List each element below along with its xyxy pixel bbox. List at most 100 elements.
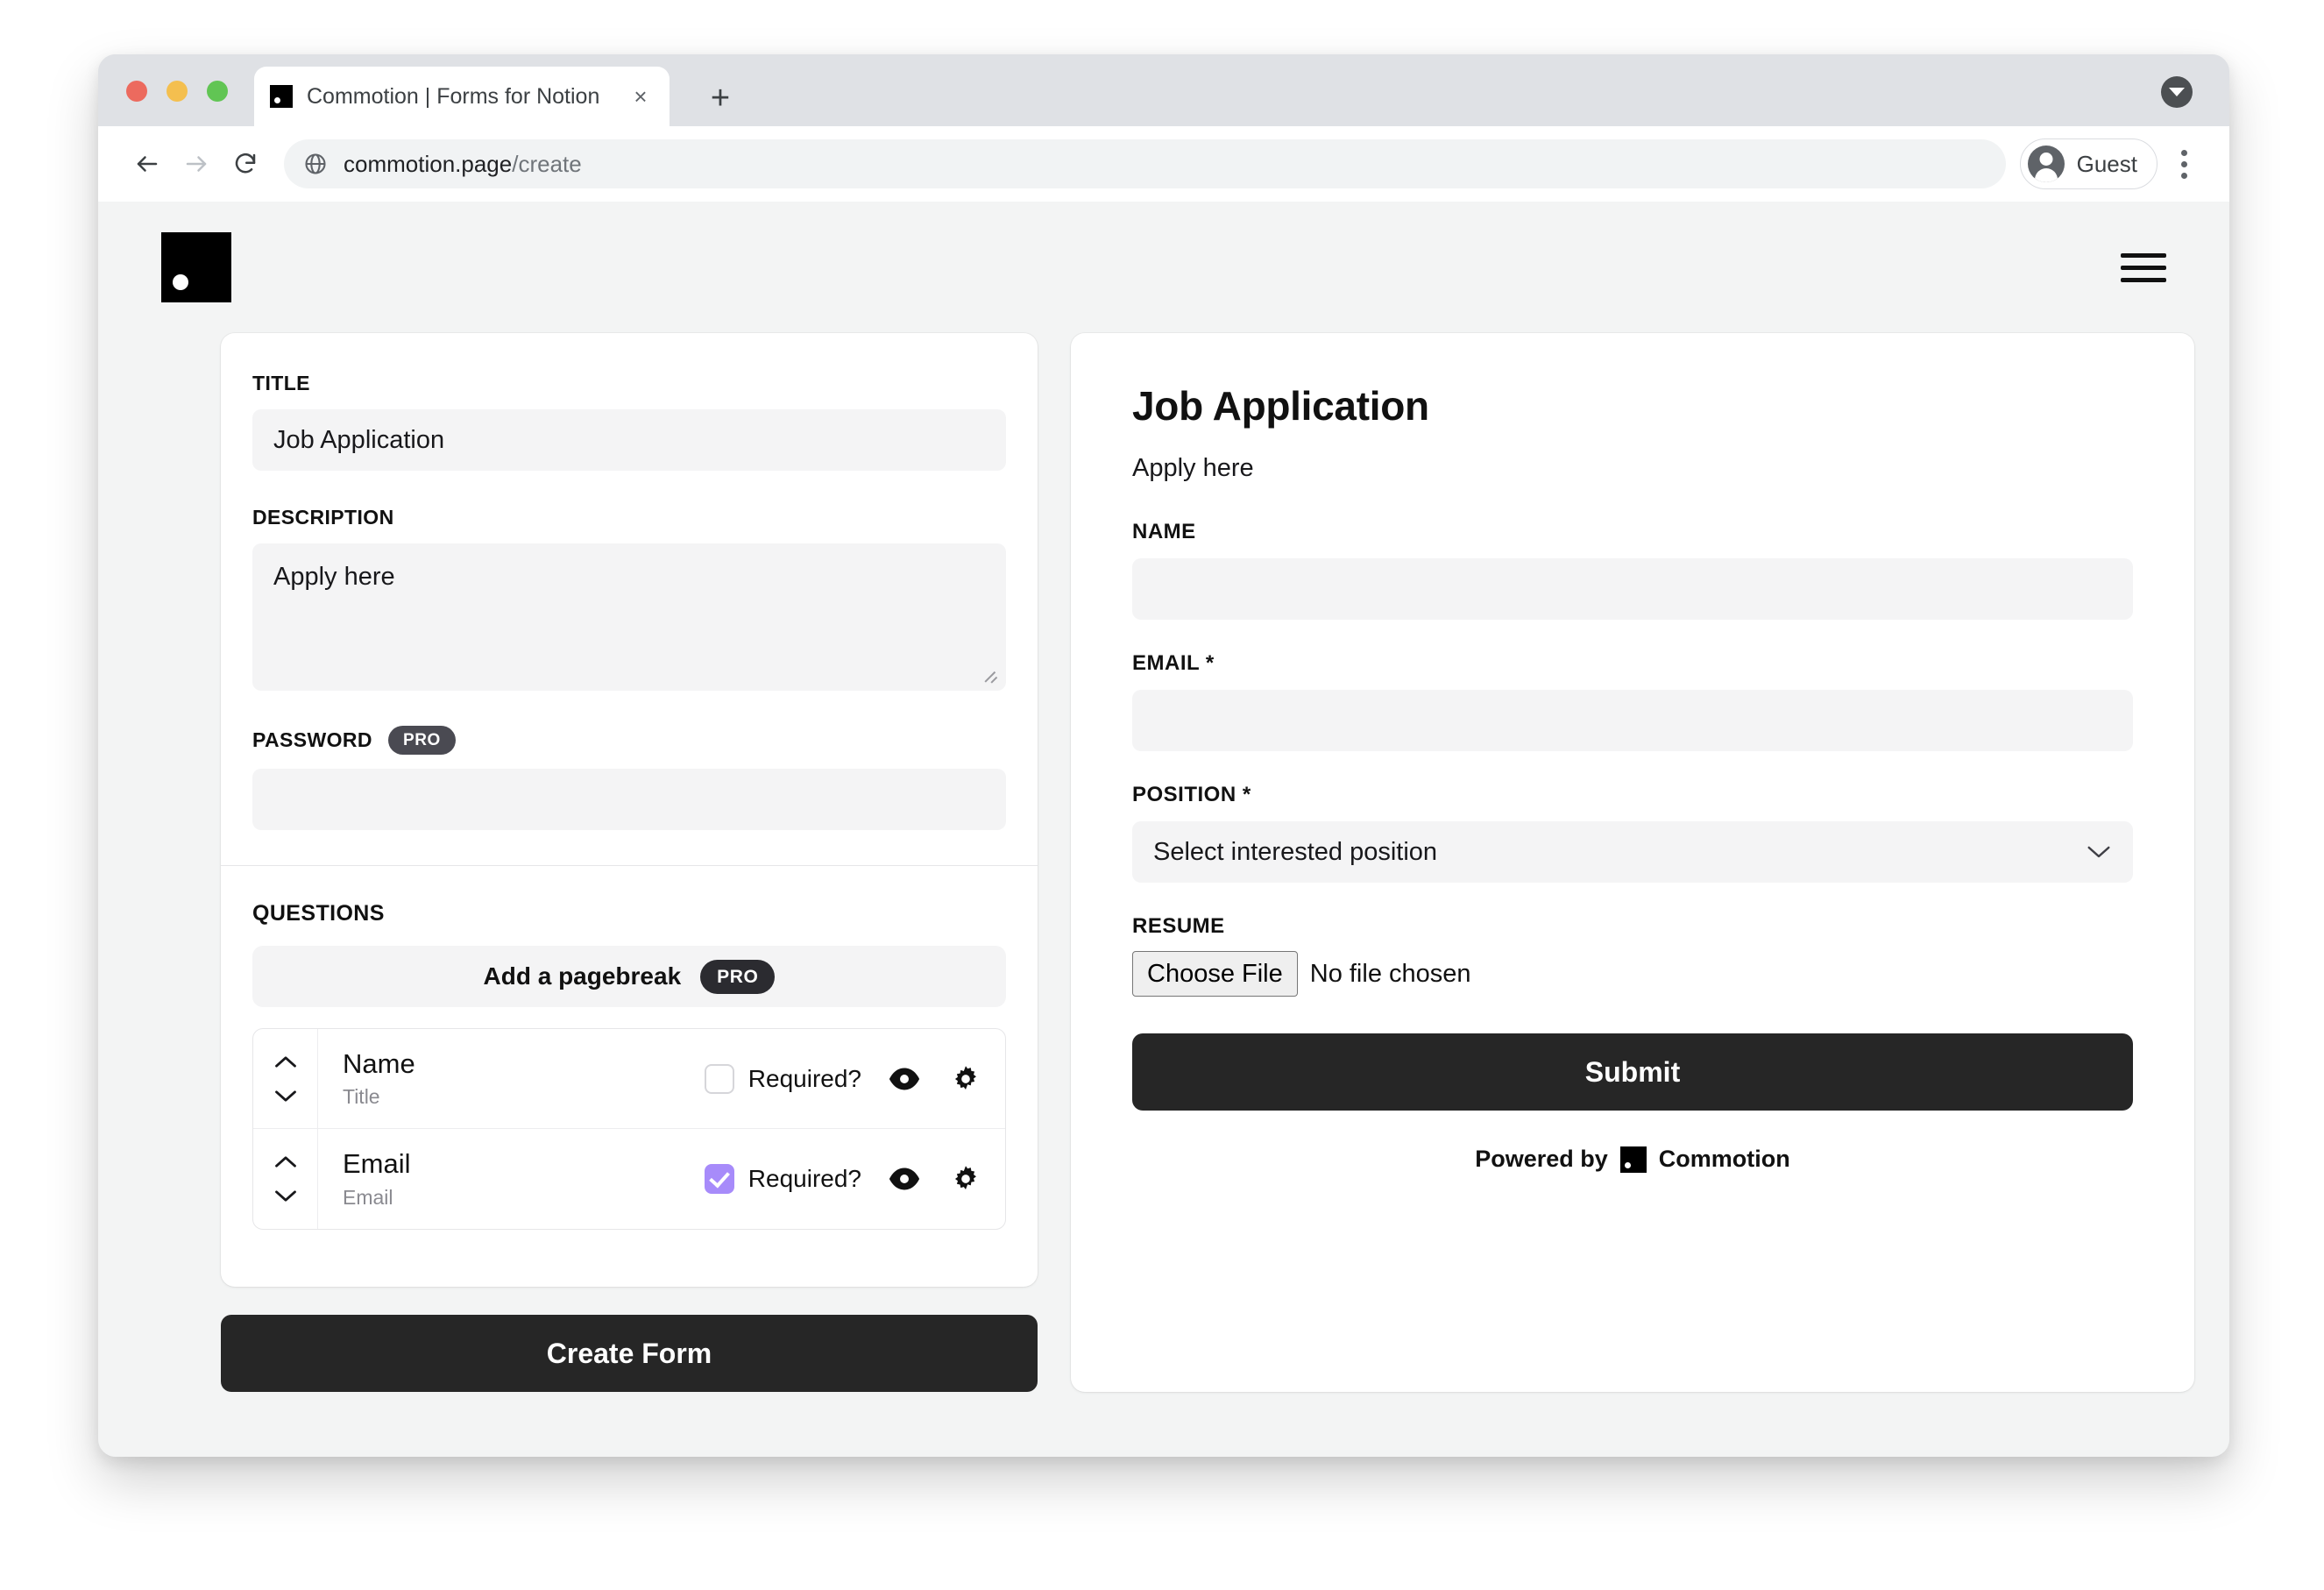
submit-button[interactable]: Submit xyxy=(1132,1033,2133,1111)
choose-file-button[interactable]: Choose File xyxy=(1132,951,1298,997)
table-row: Email Email Required? xyxy=(253,1129,1005,1229)
password-label: PASSWORD PRO xyxy=(252,726,1006,755)
name-input[interactable] xyxy=(1132,558,2133,620)
required-checkbox[interactable] xyxy=(704,1063,734,1094)
page-description: Apply here xyxy=(1132,454,1254,482)
browser-menu-icon[interactable] xyxy=(2163,139,2205,188)
address-bar[interactable]: commotion.page/create xyxy=(284,139,2006,188)
url-text: commotion.page/create xyxy=(344,151,582,178)
hamburger-menu-icon[interactable] xyxy=(2121,248,2166,287)
new-tab-button[interactable]: + xyxy=(703,81,738,116)
minimize-window-button[interactable] xyxy=(167,81,188,102)
questions-label: QUESTIONS xyxy=(252,901,385,926)
title-input[interactable]: Job Application xyxy=(252,409,1006,471)
browser-window: Commotion | Forms for Notion × + commoti xyxy=(98,54,2229,1457)
eye-icon[interactable] xyxy=(886,1161,923,1197)
maximize-window-button[interactable] xyxy=(207,81,228,102)
required-toggle[interactable]: Required? xyxy=(704,1164,861,1194)
preview-field-email: EMAIL * xyxy=(1132,651,2133,751)
table-row: Name Title Required? xyxy=(253,1029,1005,1129)
app-header xyxy=(98,202,2229,333)
forward-icon[interactable] xyxy=(172,139,221,188)
required-toggle[interactable]: Required? xyxy=(704,1063,861,1094)
question-row-body: Name Title Required? xyxy=(318,1029,1005,1128)
move-down-icon[interactable] xyxy=(273,1189,298,1203)
form-editor-card: TITLE Job Application DESCRIPTION Apply … xyxy=(221,333,1038,1287)
reorder-controls xyxy=(253,1129,318,1229)
commotion-logo-icon xyxy=(1619,1146,1647,1173)
questions-list: Name Title Required? Email Email Require… xyxy=(252,1028,1006,1230)
eye-icon[interactable] xyxy=(886,1061,923,1097)
position-select[interactable]: Select interested position xyxy=(1132,821,2133,883)
create-form-button[interactable]: Create Form xyxy=(221,1315,1038,1392)
tab-strip: Commotion | Forms for Notion × + xyxy=(98,54,2229,126)
email-label: EMAIL * xyxy=(1132,651,1215,675)
preview-field-position: POSITION * Select interested position xyxy=(1132,783,2133,883)
position-label: POSITION * xyxy=(1132,783,1251,806)
form-editor-column: TITLE Job Application DESCRIPTION Apply … xyxy=(221,333,1038,1392)
page-viewport: TITLE Job Application DESCRIPTION Apply … xyxy=(98,202,2229,1457)
preview-field-resume: RESUME Choose File No file chosen xyxy=(1132,914,2133,997)
screen: Commotion | Forms for Notion × + commoti xyxy=(0,0,2324,1590)
gear-icon[interactable] xyxy=(947,1161,984,1197)
description-label-text: DESCRIPTION xyxy=(252,506,394,529)
profile-button[interactable]: Guest xyxy=(2019,138,2157,189)
browser-toolbar: commotion.page/create Guest xyxy=(98,126,2229,202)
question-controls: Required? xyxy=(704,1161,984,1197)
close-icon[interactable]: × xyxy=(627,83,654,110)
url-host: commotion.page xyxy=(344,150,513,177)
title-input-value: Job Application xyxy=(273,425,445,454)
chevron-down-icon xyxy=(2086,838,2112,867)
title-label-text: TITLE xyxy=(252,372,310,394)
description-textarea-value: Apply here xyxy=(273,563,395,591)
main-content: TITLE Job Application DESCRIPTION Apply … xyxy=(98,333,2229,1392)
powered-by-brand: Commotion xyxy=(1658,1146,1790,1173)
add-pagebreak-label: Add a pagebreak xyxy=(483,962,682,990)
required-checkbox[interactable] xyxy=(704,1164,734,1194)
tab-title: Commotion | Forms for Notion xyxy=(307,83,600,109)
chevron-down-icon[interactable] xyxy=(2161,76,2193,108)
move-down-icon[interactable] xyxy=(273,1089,298,1104)
required-label: Required? xyxy=(748,1064,861,1092)
powered-by[interactable]: Powered by Commotion xyxy=(1132,1146,2133,1173)
question-type: Email xyxy=(343,1185,393,1209)
commotion-logo-icon[interactable] xyxy=(161,232,231,302)
gear-icon[interactable] xyxy=(947,1061,984,1097)
reorder-controls xyxy=(253,1029,318,1128)
resize-handle-icon[interactable] xyxy=(984,670,1000,685)
question-type: Title xyxy=(343,1085,380,1109)
powered-by-prefix: Powered by xyxy=(1475,1146,1608,1173)
resume-file-input[interactable]: Choose File No file chosen xyxy=(1132,951,2133,997)
commotion-logo-icon xyxy=(270,85,293,108)
move-up-icon[interactable] xyxy=(273,1054,298,1069)
question-row-body: Email Email Required? xyxy=(318,1129,1005,1229)
close-window-button[interactable] xyxy=(126,81,147,102)
move-up-icon[interactable] xyxy=(273,1154,298,1169)
question-name: Email xyxy=(343,1148,411,1180)
browser-tab[interactable]: Commotion | Forms for Notion × xyxy=(254,67,670,126)
pro-badge: PRO xyxy=(387,726,456,755)
pro-badge: PRO xyxy=(700,959,776,994)
add-pagebreak-button[interactable]: Add a pagebreak PRO xyxy=(252,946,1006,1007)
description-label: DESCRIPTION xyxy=(252,506,1006,529)
preview-field-name: NAME xyxy=(1132,520,2133,620)
window-controls xyxy=(126,81,228,102)
globe-icon xyxy=(303,152,328,176)
profile-name: Guest xyxy=(2076,150,2137,177)
name-label: NAME xyxy=(1132,520,1196,543)
required-label: Required? xyxy=(748,1165,861,1192)
back-icon[interactable] xyxy=(123,139,172,188)
resume-label: RESUME xyxy=(1132,914,1225,938)
password-label-text: PASSWORD xyxy=(252,728,372,751)
page-title: Job Application xyxy=(1132,383,1429,429)
form-preview-card: Job Application Apply here NAME EMAIL * xyxy=(1071,333,2194,1392)
file-status-text: No file chosen xyxy=(1309,959,1471,988)
question-controls: Required? xyxy=(704,1061,984,1097)
reload-icon[interactable] xyxy=(221,139,270,188)
description-textarea[interactable]: Apply here xyxy=(252,543,1006,691)
avatar xyxy=(2027,146,2065,182)
form-preview-column: Job Application Apply here NAME EMAIL * xyxy=(1071,333,2194,1392)
email-input[interactable] xyxy=(1132,690,2133,751)
question-texts: Email Email xyxy=(343,1148,687,1210)
password-input[interactable] xyxy=(252,769,1006,830)
